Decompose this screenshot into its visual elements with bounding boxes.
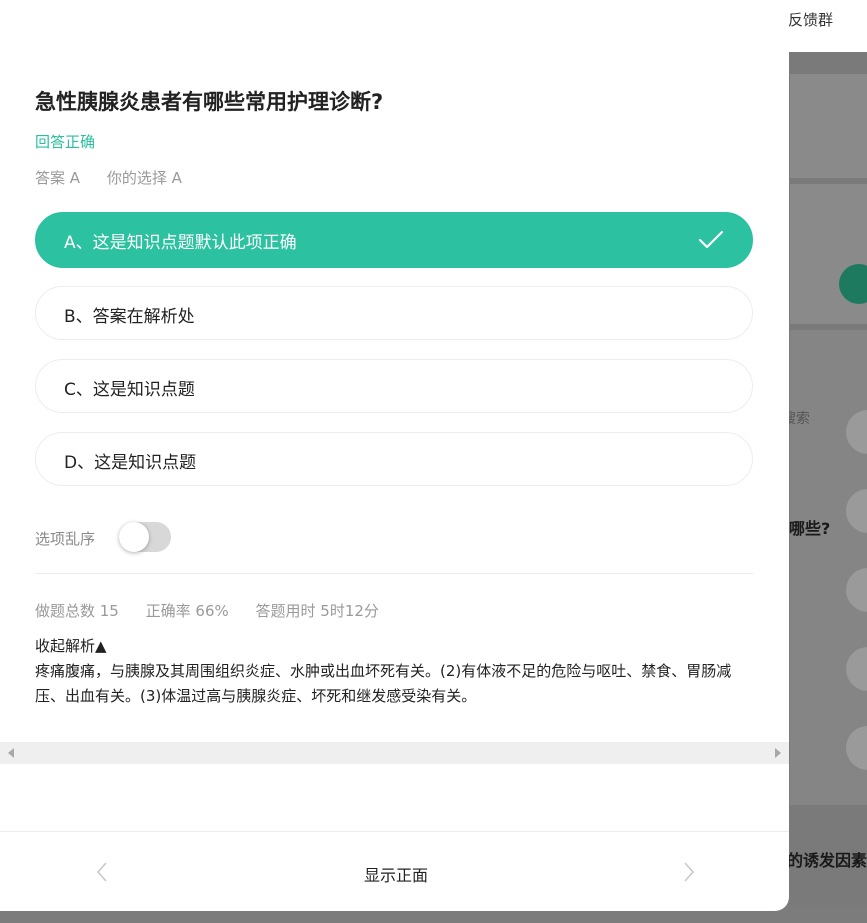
answer-info: 答案 A 你的选择 A xyxy=(35,167,204,188)
option-label: A、这是知识点题默认此项正确 xyxy=(64,233,297,253)
time-spent: 答题用时 5时12分 xyxy=(255,602,379,620)
chevron-left-icon[interactable] xyxy=(88,857,118,887)
question-title: 急性胰腺炎患者有哪些常用护理诊断? xyxy=(35,90,384,114)
feedback-group-link: 反馈群 xyxy=(788,11,834,29)
scroll-right-icon[interactable] xyxy=(775,748,781,758)
toggle-knob xyxy=(119,522,149,552)
divider xyxy=(35,573,753,574)
correct-answer: 答案 A xyxy=(35,169,81,187)
option-a[interactable]: A、这是知识点题默认此项正确 xyxy=(35,212,753,268)
shuffle-label: 选项乱序 xyxy=(35,530,96,548)
background-question-snippet: 哪些? xyxy=(789,519,831,538)
chevron-right-icon[interactable] xyxy=(673,857,703,887)
option-d[interactable]: D、这是知识点题 xyxy=(35,432,753,486)
explanation-text: 疼痛腹痛，与胰腺及其周围组织炎症、水肿或出血坏死有关。(2)有体液不足的危险与呕… xyxy=(35,662,732,705)
check-icon xyxy=(698,230,724,249)
answer-result: 回答正确 xyxy=(35,133,96,151)
stats-bar: 做题总数 15 正确率 66% 答题用时 5时12分 xyxy=(35,600,401,621)
option-label: C、这是知识点题 xyxy=(64,380,195,400)
show-front-button[interactable]: 显示正面 xyxy=(364,862,428,886)
option-c[interactable]: C、这是知识点题 xyxy=(35,359,753,413)
total-count: 做题总数 15 xyxy=(35,602,119,620)
background-panel xyxy=(790,74,867,178)
accuracy: 正确率 66% xyxy=(145,602,229,620)
option-label: D、这是知识点题 xyxy=(64,453,197,473)
your-choice: 你的选择 A xyxy=(106,169,182,187)
footer-divider xyxy=(0,831,789,832)
scroll-left-icon[interactable] xyxy=(8,748,14,758)
collapse-explanation-button[interactable]: 收起解析▲ xyxy=(35,635,107,656)
shuffle-toggle[interactable] xyxy=(119,522,171,552)
background-question-snippet: 的诱发因素 xyxy=(787,851,867,870)
question-modal: 急性胰腺炎患者有哪些常用护理诊断? 回答正确 答案 A 你的选择 A A、这是知… xyxy=(0,2,789,911)
option-b[interactable]: B、答案在解析处 xyxy=(35,286,753,340)
horizontal-scrollbar[interactable] xyxy=(0,742,789,764)
option-label: B、答案在解析处 xyxy=(64,307,195,327)
